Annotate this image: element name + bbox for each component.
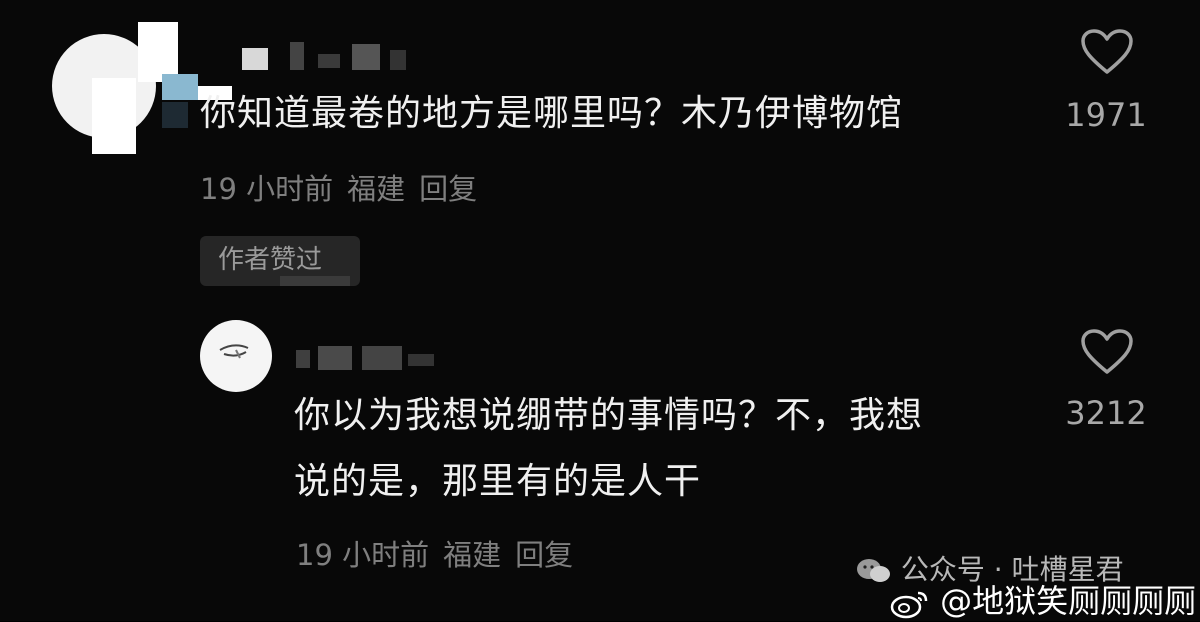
reply-button[interactable]: 回复 bbox=[515, 538, 573, 572]
reply-meta: 19 小时前 福建 回复 bbox=[296, 532, 587, 574]
author-liked-badge: 作者赞过 bbox=[200, 236, 360, 286]
heart-outline-icon[interactable] bbox=[1080, 328, 1134, 376]
username-blurred[interactable] bbox=[296, 340, 456, 370]
avatar[interactable] bbox=[52, 22, 232, 154]
reply-text-line2: 说的是，那里有的是人干 bbox=[294, 461, 702, 502]
weibo-watermark: @地狱笑厕厕厕厕 bbox=[890, 576, 1196, 622]
avatar[interactable] bbox=[200, 320, 272, 392]
wechat-icon bbox=[857, 559, 890, 582]
reply-text-line1: 你以为我想说绷带的事情吗？不，我想 bbox=[294, 395, 924, 436]
avatar-sketch-icon bbox=[219, 344, 249, 359]
weibo-icon bbox=[890, 591, 928, 619]
like-count: 3212 bbox=[1065, 394, 1147, 432]
author-liked-label: 作者赞过 bbox=[218, 245, 323, 275]
comment-text: 你知道最卷的地方是哪里吗？木乃伊博物馆 bbox=[200, 93, 904, 134]
comment-location: 福建 bbox=[347, 172, 406, 206]
comment-meta: 19 小时前 福建 回复 bbox=[200, 166, 491, 208]
comment-time: 19 小时前 bbox=[200, 172, 334, 206]
heart-outline-icon[interactable] bbox=[1080, 28, 1134, 76]
reply-location: 福建 bbox=[443, 538, 502, 572]
username-blurred[interactable] bbox=[242, 40, 442, 70]
like-count: 1971 bbox=[1065, 96, 1147, 134]
weibo-watermark-text: @地狱笑厕厕厕厕 bbox=[940, 582, 1197, 620]
reply-time: 19 小时前 bbox=[296, 538, 430, 572]
reply-button[interactable]: 回复 bbox=[419, 172, 477, 206]
